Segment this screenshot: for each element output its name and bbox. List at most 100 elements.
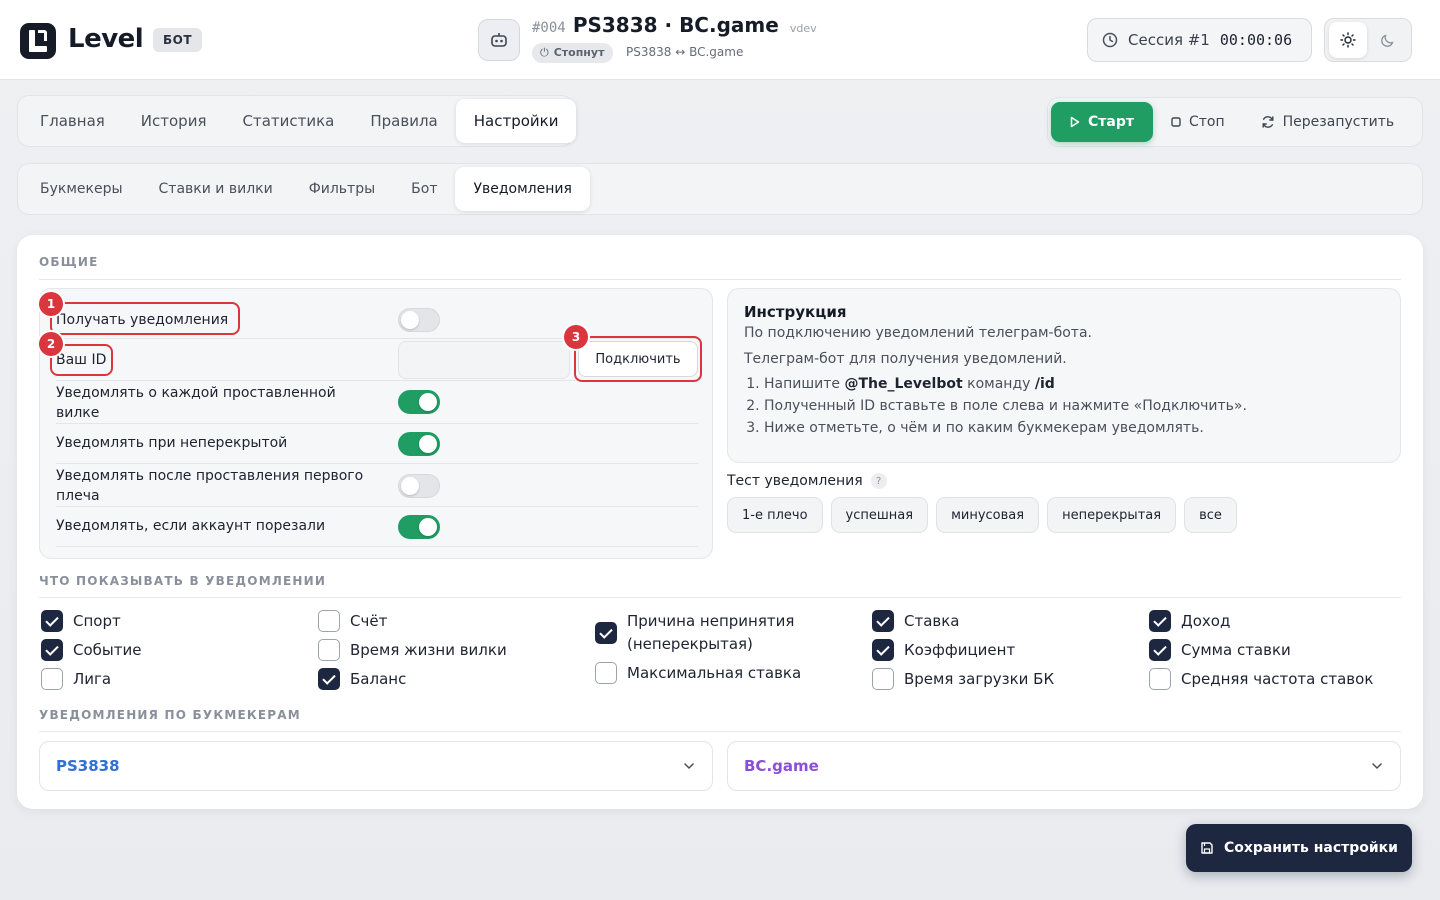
- instruction-step: Ниже отметьте, о чём и по каким букмекер…: [764, 417, 1384, 439]
- test-success-button[interactable]: успешная: [830, 497, 929, 533]
- id-input[interactable]: [398, 341, 570, 379]
- divider: [39, 731, 1401, 732]
- chevron-down-icon: [1372, 763, 1382, 770]
- checkbox-balance[interactable]: Баланс: [318, 668, 406, 691]
- bookmaker-bcgame-select[interactable]: BC.game: [727, 741, 1401, 791]
- notify-label: Уведомлять после проставления первого пл…: [56, 468, 364, 504]
- settings-subtabs: Букмекеры Ставки и вилки Фильтры Бот Уве…: [17, 163, 1423, 215]
- checkbox-sport[interactable]: Спорт: [41, 610, 121, 633]
- section-bookmakers-title: УВЕДОМЛЕНИЯ ПО БУКМЕКЕРАМ: [39, 708, 301, 722]
- dark-theme-button[interactable]: [1369, 22, 1407, 58]
- notify-row: Уведомлять при неперекрытой: [56, 424, 698, 464]
- highlight-connect: [574, 336, 702, 382]
- bookmaker-ps3838-select[interactable]: PS3838: [39, 741, 713, 791]
- notify-row: Уведомлять, если аккаунт порезали: [56, 507, 698, 547]
- test-buttons: 1-е плечо успешная минусовая неперекрыта…: [727, 497, 1237, 533]
- test-negative-button[interactable]: минусовая: [936, 497, 1040, 533]
- checkbox-coefficient[interactable]: Коэффициент: [872, 639, 1015, 662]
- robot-icon: [491, 33, 507, 47]
- stop-button[interactable]: Стоп: [1153, 102, 1243, 142]
- instruction-panel: Инструкция По подключению уведомлений те…: [727, 288, 1401, 463]
- restart-button[interactable]: Перезапустить: [1243, 102, 1412, 142]
- checkbox-fork-lifetime[interactable]: Время жизни вилки: [318, 639, 507, 662]
- display-options: Спорт Событие Лига Счёт Время жизни вилк…: [39, 608, 1401, 698]
- session-time: 00:00:06: [1219, 31, 1293, 49]
- bot-name: PS3838 · BC.game: [572, 13, 779, 37]
- instruction-step: Напишите @The_Levelbot команду /id: [764, 373, 1384, 395]
- notifications-card: ОБЩИЕ Получать уведомления Ваш ID Подклю…: [17, 235, 1423, 809]
- marker-1: 1: [39, 292, 63, 316]
- light-theme-button[interactable]: [1329, 22, 1367, 58]
- section-display-title: ЧТО ПОКАЗЫВАТЬ В УВЕДОМЛЕНИИ: [39, 574, 327, 588]
- play-icon: [1070, 116, 1080, 128]
- tab-settings[interactable]: Настройки: [455, 99, 577, 143]
- notify-label: Уведомлять при неперекрытой: [56, 435, 288, 451]
- notify-row: Уведомлять после проставления первого пл…: [56, 464, 698, 507]
- subtab-bets-forks[interactable]: Ставки и вилки: [141, 167, 291, 211]
- marker-3: 3: [564, 325, 588, 349]
- tab-statistics[interactable]: Статистика: [224, 99, 352, 143]
- tab-history[interactable]: История: [123, 99, 225, 143]
- clock-icon: [1102, 32, 1118, 48]
- checkbox-event[interactable]: Событие: [41, 639, 141, 662]
- robot-button[interactable]: [478, 19, 520, 61]
- checkbox-bet[interactable]: Ставка: [872, 610, 960, 633]
- stop-icon: [1171, 117, 1181, 127]
- checkbox-reject-reason[interactable]: Причина непринятия (неперекрытая): [595, 610, 815, 656]
- bot-title: #004 PS3838 · BC.game vdev: [532, 13, 817, 37]
- refresh-icon: [1262, 116, 1274, 128]
- moon-icon: [1381, 34, 1394, 47]
- notify-uncovered-toggle[interactable]: [398, 432, 440, 456]
- test-uncovered-button[interactable]: неперекрытая: [1047, 497, 1177, 533]
- tab-rules[interactable]: Правила: [352, 99, 455, 143]
- bot-badge: БОТ: [153, 28, 203, 52]
- power-icon: ⏻: [540, 46, 549, 59]
- status-badge: ⏻ Стопнут: [532, 43, 614, 63]
- notify-label: Уведомлять о каждой проставленной вилке: [56, 385, 336, 421]
- divider: [39, 279, 1401, 280]
- checkbox-score[interactable]: Счёт: [318, 610, 387, 633]
- checkbox-league[interactable]: Лига: [41, 668, 111, 691]
- chevron-down-icon: [684, 763, 694, 770]
- bot-actions: Старт Стоп Перезапустить: [1047, 97, 1423, 147]
- app-header: Level БОТ #004 PS3838 · BC.game vdev ⏻ Ст…: [0, 0, 1440, 79]
- instruction-steps: Напишите @The_Levelbot команду /id Получ…: [744, 373, 1384, 439]
- subtab-bookmakers[interactable]: Букмекеры: [22, 167, 141, 211]
- session-timer: Сессия #1 00:00:06: [1087, 18, 1312, 62]
- notify-label: Уведомлять, если аккаунт порезали: [56, 518, 326, 534]
- subtab-bot[interactable]: Бот: [393, 167, 455, 211]
- checkbox-income[interactable]: Доход: [1149, 610, 1230, 633]
- bookmaker-name: BC.game: [744, 757, 819, 775]
- instruction-subtitle: По подключению уведомлений телеграм-бота…: [744, 325, 1092, 341]
- save-icon: [1201, 842, 1213, 854]
- help-icon[interactable]: ?: [870, 473, 887, 489]
- instruction-title: Инструкция: [744, 303, 847, 321]
- checkbox-bk-load-time[interactable]: Время загрузки БК: [872, 668, 1054, 691]
- highlight-receive: [50, 302, 240, 335]
- general-settings: Получать уведомления Ваш ID Подключить У…: [39, 288, 713, 559]
- instruction-intro: Телеграм-бот для получения уведомлений.: [744, 351, 1067, 367]
- subtab-filters[interactable]: Фильтры: [291, 167, 393, 211]
- checkbox-max-bet[interactable]: Максимальная ставка: [595, 662, 801, 685]
- notify-account-cut-toggle[interactable]: [398, 515, 440, 539]
- logo-icon: [20, 23, 56, 59]
- section-general-title: ОБЩИЕ: [39, 255, 99, 269]
- checkbox-avg-bet-frequency[interactable]: Средняя частота ставок: [1149, 668, 1373, 691]
- notify-each-fork-toggle[interactable]: [398, 390, 440, 414]
- session-label: Сессия #1: [1128, 31, 1210, 49]
- notify-row: Уведомлять о каждой проставленной вилке: [56, 381, 698, 424]
- test-all-button[interactable]: все: [1184, 497, 1237, 533]
- save-settings-button[interactable]: Сохранить настройки: [1186, 824, 1412, 872]
- receive-toggle[interactable]: [398, 308, 440, 332]
- checkbox-bet-amount[interactable]: Сумма ставки: [1149, 639, 1291, 662]
- sun-icon: [1340, 32, 1356, 48]
- theme-toggle[interactable]: [1324, 18, 1412, 62]
- marker-2: 2: [39, 332, 63, 356]
- subtab-notifications[interactable]: Уведомления: [455, 167, 590, 211]
- start-button[interactable]: Старт: [1051, 102, 1153, 142]
- bot-number: #004: [532, 20, 566, 36]
- test-first-leg-button[interactable]: 1-е плечо: [727, 497, 823, 533]
- tab-home[interactable]: Главная: [22, 99, 123, 143]
- bot-env: vdev: [789, 22, 817, 35]
- notify-first-leg-toggle[interactable]: [398, 474, 440, 498]
